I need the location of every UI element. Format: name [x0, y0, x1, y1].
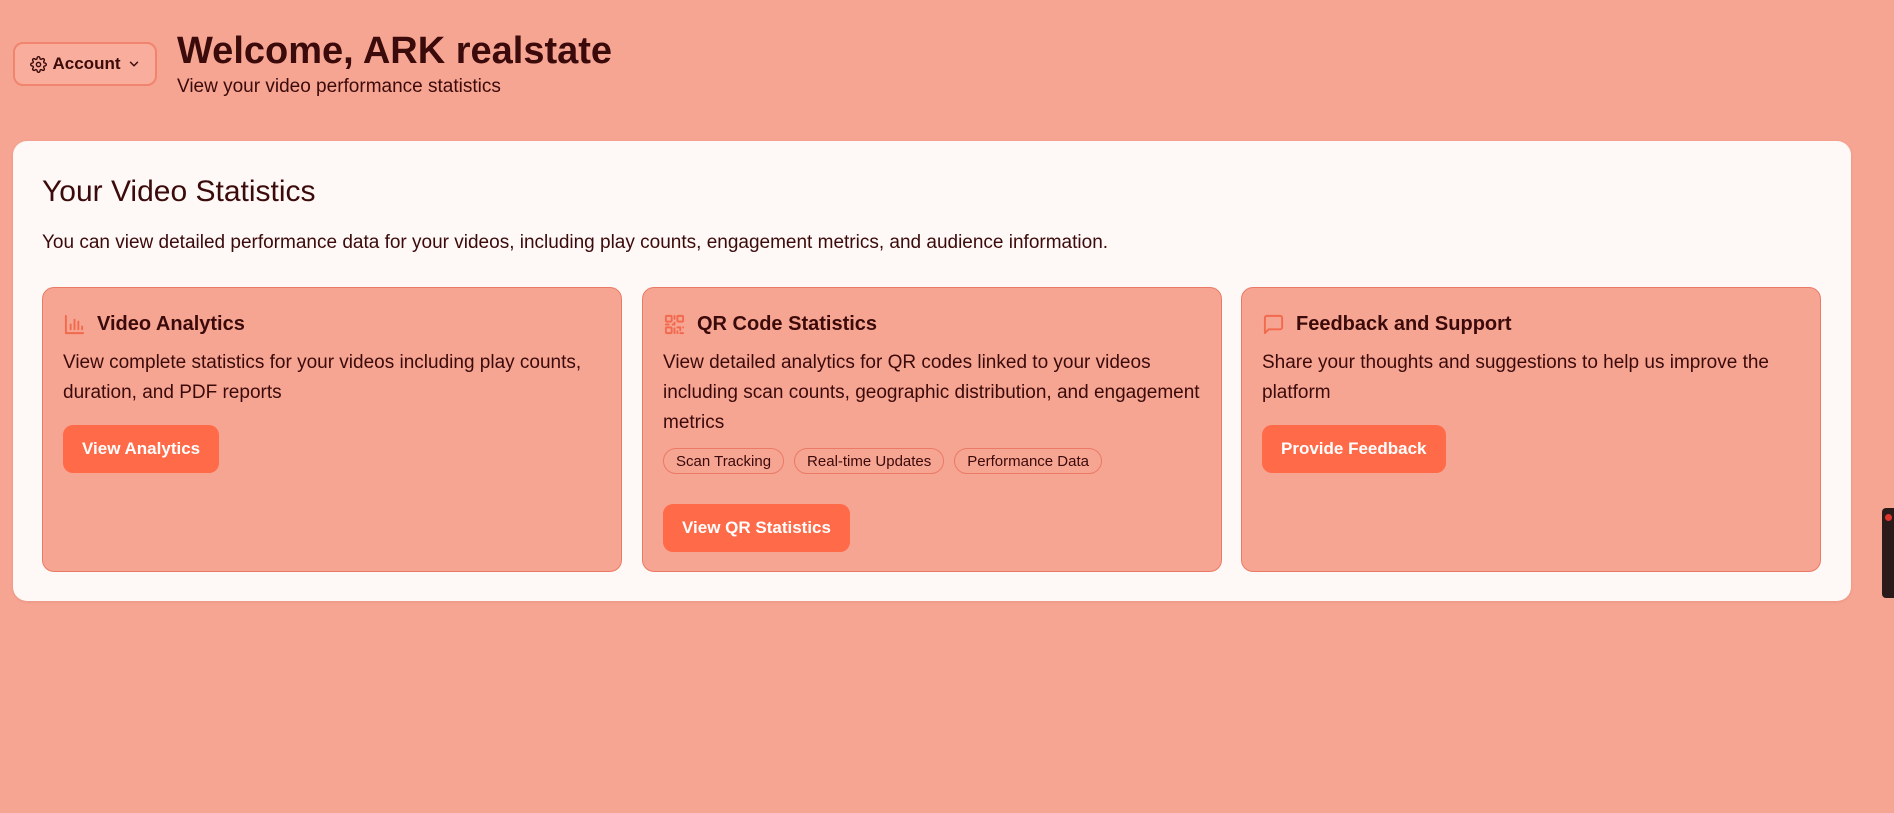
card-title: Feedback and Support	[1296, 313, 1512, 335]
page-subtitle: View your video performance statistics	[177, 76, 501, 97]
message-square-icon	[1263, 314, 1284, 334]
chevron-down-icon	[129, 61, 138, 67]
bar-chart-icon	[64, 314, 85, 334]
card-title: QR Code Statistics	[697, 313, 878, 335]
feature-tags: Scan Tracking Real-time Updates Performa…	[663, 448, 1102, 474]
page-title: Welcome, ARK realstate	[177, 30, 613, 72]
tag-real-time-updates: Real-time Updates	[794, 448, 945, 474]
card-description: Share your thoughts and suggestions to h…	[1262, 352, 1769, 403]
tag-performance-data: Performance Data	[954, 448, 1102, 474]
gear-icon	[29, 55, 47, 73]
feedback-support-card: Feedback and Support Share your thoughts…	[1241, 287, 1821, 572]
page-header: Account Welcome, ARK realstate View your…	[0, 0, 1894, 130]
side-widget-tab[interactable]	[1882, 508, 1894, 598]
panel-title: Your Video Statistics	[42, 175, 316, 208]
qr-code-icon	[664, 314, 685, 334]
card-title: Video Analytics	[97, 313, 245, 335]
video-analytics-card: Video Analytics View complete statistics…	[42, 287, 622, 572]
account-label: Account	[52, 54, 121, 73]
statistics-panel: Your Video Statistics You can view detai…	[13, 141, 1851, 601]
panel-description: You can view detailed performance data f…	[42, 232, 1109, 253]
card-description: View complete statistics for your videos…	[63, 352, 582, 403]
view-qr-statistics-button[interactable]: View QR Statistics	[663, 504, 850, 552]
card-description: View detailed analytics for QR codes lin…	[663, 352, 1200, 433]
record-dot-icon	[1885, 514, 1892, 521]
provide-feedback-button[interactable]: Provide Feedback	[1262, 425, 1446, 473]
account-button[interactable]: Account	[13, 42, 157, 86]
qr-code-statistics-card: QR Code Statistics View detailed analyti…	[642, 287, 1222, 572]
view-analytics-button[interactable]: View Analytics	[63, 425, 220, 473]
tag-scan-tracking: Scan Tracking	[663, 448, 785, 474]
